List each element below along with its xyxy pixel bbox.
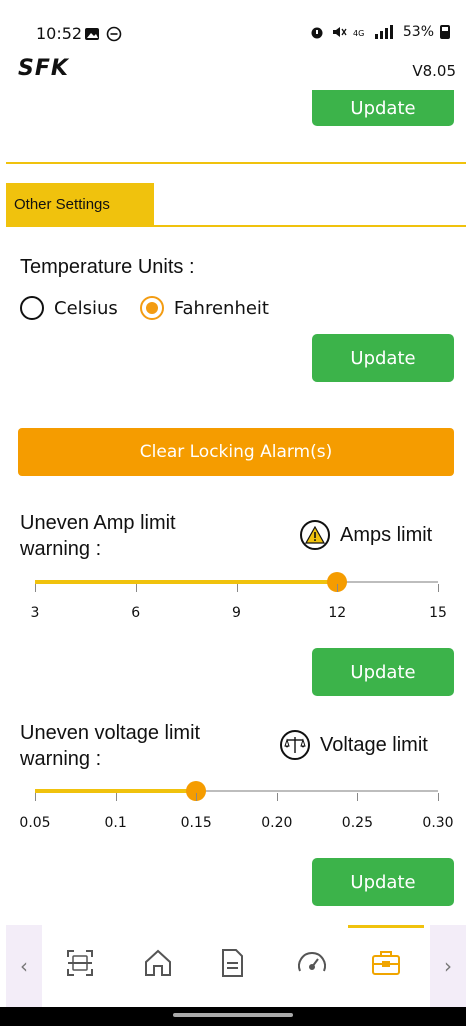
slider-tick-label: 9 xyxy=(232,605,241,621)
scan-icon[interactable] xyxy=(60,943,100,983)
nav-prev-arrow[interactable]: ‹ xyxy=(6,925,42,1007)
nav-active-indicator xyxy=(348,925,424,928)
nav-next-arrow[interactable]: › xyxy=(430,925,466,1007)
slider-tick-label: 0.20 xyxy=(261,815,293,831)
slider-tick xyxy=(438,793,439,801)
section-tab-underline xyxy=(6,225,466,227)
amp-limit-title: Uneven Amp limit warning : xyxy=(20,510,176,562)
slider-tick xyxy=(196,793,198,801)
slider-tick xyxy=(438,584,439,592)
balance-scale-icon xyxy=(280,730,310,760)
slider-tick-label: 0.05 xyxy=(19,815,51,831)
toolbox-icon[interactable] xyxy=(366,943,406,983)
status-notification-icons xyxy=(84,26,122,42)
amps-limit-label: Amps limit xyxy=(340,523,433,546)
voltage-limit-title-line1: Uneven voltage limit xyxy=(20,722,201,744)
voltage-limit-label: Voltage limit xyxy=(320,733,428,756)
image-icon xyxy=(85,28,99,40)
amp-limit-slider[interactable] xyxy=(35,570,439,594)
voltage-limit-slider[interactable] xyxy=(35,779,439,803)
temperature-units-label: Temperature Units : xyxy=(20,256,195,278)
gauge-icon[interactable] xyxy=(292,943,332,983)
home-gesture-pill[interactable] xyxy=(173,1013,293,1017)
amp-tick-labels: 3 6 9 12 15 xyxy=(0,605,466,625)
document-icon[interactable] xyxy=(212,943,252,983)
slider-tick-label: 0.15 xyxy=(180,815,212,831)
battery-percent: 53% xyxy=(402,24,434,40)
battery-icon xyxy=(440,25,450,39)
sfk-logo: SFK xyxy=(18,56,69,81)
slider-tick xyxy=(35,793,36,801)
voltage-limit-title-line2: warning : xyxy=(20,748,102,770)
celsius-radio[interactable] xyxy=(20,296,44,320)
slider-tick xyxy=(135,584,137,592)
slider-tick-label: 12 xyxy=(328,605,347,621)
alarm-icon xyxy=(311,27,323,39)
voltage-tick-labels: 0.05 0.1 0.15 0.20 0.25 0.30 xyxy=(0,815,466,835)
slider-tick xyxy=(337,584,339,592)
svg-text:4G: 4G xyxy=(353,29,364,38)
bottom-nav: ‹ › xyxy=(6,925,466,1007)
voltage-limit-title: Uneven voltage limit warning : xyxy=(20,720,200,772)
voltage-limit-badge: Voltage limit xyxy=(280,730,428,760)
temperature-update-button[interactable]: Update xyxy=(312,334,454,382)
amps-limit-badge: Amps limit xyxy=(300,520,432,550)
slider-fill xyxy=(35,580,338,584)
slider-tick-label: 0.25 xyxy=(341,815,373,831)
slider-tick-label: 0.30 xyxy=(422,815,454,831)
warning-icon xyxy=(300,520,330,550)
amp-update-button[interactable]: Update xyxy=(312,648,454,696)
fahrenheit-radio[interactable] xyxy=(139,296,164,320)
slider-tick xyxy=(236,584,238,592)
slider-tick-label: 6 xyxy=(131,605,141,621)
dnd-icon xyxy=(106,26,122,42)
status-time: 10:52 xyxy=(36,24,83,43)
temperature-radio-group: Celsius Fahrenheit xyxy=(20,296,291,320)
slider-tick-label: 15 xyxy=(429,605,447,621)
other-settings-tab: Other Settings xyxy=(6,183,154,225)
amp-limit-title-line1: Uneven Amp limit xyxy=(20,512,176,534)
clear-locking-alarm-button[interactable]: Clear Locking Alarm(s) xyxy=(18,428,454,476)
slider-tick xyxy=(35,584,36,592)
app-version: V8.05 xyxy=(412,62,456,80)
slider-tick xyxy=(276,793,278,801)
amp-limit-title-line2: warning : xyxy=(20,538,102,560)
slider-tick xyxy=(357,793,359,801)
update-button-top[interactable]: Update xyxy=(312,90,454,126)
signal-icon: 4G xyxy=(353,25,393,39)
app-header: SFK V8.05 xyxy=(0,50,466,90)
slider-tick xyxy=(115,793,117,801)
slider-tick-label: 0.1 xyxy=(104,815,127,831)
section-divider xyxy=(6,162,466,164)
status-bar: 10:52 4G 53% xyxy=(0,0,466,50)
fahrenheit-label[interactable]: Fahrenheit xyxy=(174,298,269,319)
home-icon[interactable] xyxy=(138,943,178,983)
voltage-update-button[interactable]: Update xyxy=(312,858,454,906)
mute-icon xyxy=(332,27,347,37)
status-right: 4G 53% xyxy=(309,24,450,40)
slider-tick-label: 3 xyxy=(30,605,40,621)
celsius-label[interactable]: Celsius xyxy=(54,298,118,319)
